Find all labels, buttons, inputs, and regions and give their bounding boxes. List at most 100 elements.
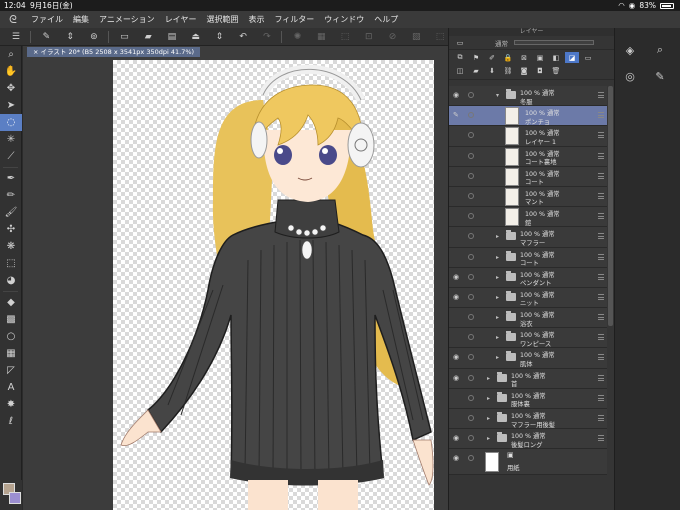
layer-list-scrollbar[interactable] [608,86,613,326]
drag-handle-icon[interactable] [598,435,604,442]
layer-row[interactable]: ▸ 100 % 通常 浴衣 [449,308,607,329]
decoration-icon[interactable]: ❋ [0,238,22,255]
sub-color-swatch[interactable] [9,492,21,504]
drag-handle-icon[interactable] [598,112,604,119]
chevron-right-icon[interactable]: ▸ [487,435,490,442]
eye-icon[interactable]: ◉ [453,374,461,381]
drag-handle-icon[interactable] [598,314,604,321]
new-file-icon[interactable]: ▭ [117,30,133,44]
draft-icon[interactable]: ✐ [485,52,499,63]
menu-animation[interactable]: アニメーション [94,14,160,25]
drag-handle-icon[interactable] [598,334,604,341]
layer-row[interactable]: 100 % 通常鎧 [449,207,607,228]
layer-select-checkbox[interactable] [468,394,474,401]
layer-select-checkbox[interactable] [468,273,474,280]
chevron-right-icon[interactable]: ▸ [496,354,499,361]
layer-select-checkbox[interactable] [468,293,474,300]
correct-line-icon[interactable]: ℓ [0,413,22,430]
menu-layer[interactable]: レイヤー [160,14,202,25]
drag-handle-icon[interactable] [598,374,604,381]
layer-select-checkbox[interactable] [468,415,474,421]
chevron-right-icon[interactable]: ▸ [487,415,490,422]
menu-file[interactable]: ファイル [26,14,68,25]
layer-select-checkbox[interactable] [468,192,474,199]
delete-layer-icon[interactable]: 🗑 [549,66,563,77]
object-icon[interactable]: ➤ [0,97,22,114]
app-logo-icon[interactable]: ᘓ [0,13,26,27]
layer-select-checkbox[interactable] [468,213,474,220]
move-icon[interactable]: ✥ [0,80,22,97]
pen-icon[interactable]: ✒ [0,170,22,187]
chevron-right-icon[interactable]: ▸ [496,233,499,240]
eye-icon[interactable] [453,314,461,320]
layer-select-checkbox[interactable] [468,132,474,139]
transform-icon[interactable]: ⬚ [337,30,353,44]
menu-window[interactable]: ウィンドウ [319,14,369,25]
new-raster-layer-icon[interactable]: ▭ [581,52,595,63]
layer-select-checkbox[interactable] [468,314,474,321]
drag-handle-icon[interactable] [598,253,604,260]
drag-handle-icon[interactable] [598,293,604,300]
layer-row[interactable]: ◉ ▸ 100 % 通常 肌体 [449,348,607,369]
eye-icon[interactable] [453,233,461,239]
eye-icon[interactable] [453,415,461,421]
invert-selection-icon[interactable]: ▧ [408,30,424,44]
layer-color-icon[interactable]: ◧ [549,52,563,63]
eye-icon[interactable] [453,334,461,340]
paper-layer-row[interactable]: ◉ ▣ 用紙 [449,449,607,476]
new-vector-layer-icon[interactable]: ◫ [453,66,467,77]
drag-handle-icon[interactable] [598,213,604,220]
layer-row[interactable]: ▸ 100 % 通常 マフラー [449,227,607,248]
layer-row[interactable]: ◉ ▾ 100 % 通常 冬服 [449,86,607,107]
redo-icon[interactable]: ↷ [259,30,275,44]
drag-handle-icon[interactable] [598,92,604,98]
layer-select-checkbox[interactable] [468,233,474,240]
layer-select-checkbox[interactable] [468,172,474,179]
blend-icon[interactable]: ◕ [0,272,22,289]
layer-select-checkbox[interactable] [468,92,474,98]
eye-icon[interactable]: ◉ [453,435,461,442]
undo-icon[interactable]: ↶ [235,30,251,44]
layer-property-icon[interactable]: ▭ [453,37,467,48]
layer-select-checkbox[interactable] [468,334,474,341]
zoom-icon[interactable]: ⌕ [0,46,22,63]
sub-tool-detail-icon[interactable]: ✎ [651,68,669,84]
clip-icon[interactable]: ⧉ [453,52,467,63]
layer-row[interactable]: 100 % 通常 コート裏地 [449,146,607,167]
layer-select-checkbox[interactable] [468,112,474,119]
eye-icon[interactable] [453,173,461,179]
drag-handle-icon[interactable] [598,415,604,421]
lasso-icon[interactable]: ◌ [0,114,22,131]
chevron-right-icon[interactable]: ▸ [496,274,499,281]
menu-help[interactable]: ヘルプ [369,14,403,25]
drag-handle-icon[interactable] [598,132,604,139]
search-layer-icon[interactable]: ⌕ [651,42,669,58]
eye-icon[interactable]: ◉ [453,354,461,361]
drag-handle-icon[interactable] [598,192,604,199]
eye-icon[interactable]: ◉ [453,455,461,462]
layer-select-checkbox[interactable] [468,374,474,381]
clear-icon[interactable]: ✺ [290,30,306,44]
layer-select-checkbox[interactable] [468,455,474,462]
document-tab[interactable]: × イラスト 20* (B5 2508 x 3541px 350dpi 41.7… [27,47,201,57]
save-icon[interactable]: ▤ [164,30,180,44]
eraser-icon[interactable]: ⬚ [0,255,22,272]
ruler-icon[interactable]: ◸ [0,362,22,379]
drag-handle-icon[interactable] [598,172,604,179]
mask-add-icon[interactable]: ◙ [517,66,531,77]
layer-row[interactable]: ▸ 100 % 通常 ワンピース [449,328,607,349]
magic-wand-icon[interactable]: ✳ [0,131,22,148]
frame-border-icon[interactable]: ▦ [0,345,22,362]
layer-row[interactable]: ▸ 100 % 通常 コート [449,247,607,268]
eyedropper-icon[interactable]: ⟋ [0,148,22,165]
lock-icon[interactable]: 🔒 [501,52,515,63]
eye-icon[interactable] [453,213,461,219]
figure-icon[interactable]: ○ [0,328,22,345]
blend-mode-select[interactable]: 通常 [495,38,508,48]
menu-selection[interactable]: 選択範囲 [201,14,243,25]
layer-row[interactable]: 100 % 通常 コート [449,166,607,187]
menu-filter[interactable]: フィルター [269,14,319,25]
chevron-right-icon[interactable]: ▸ [487,375,490,382]
combine-icon[interactable]: ⬇ [485,66,499,77]
layer-row[interactable]: 100 % 通常 マント [449,186,607,208]
